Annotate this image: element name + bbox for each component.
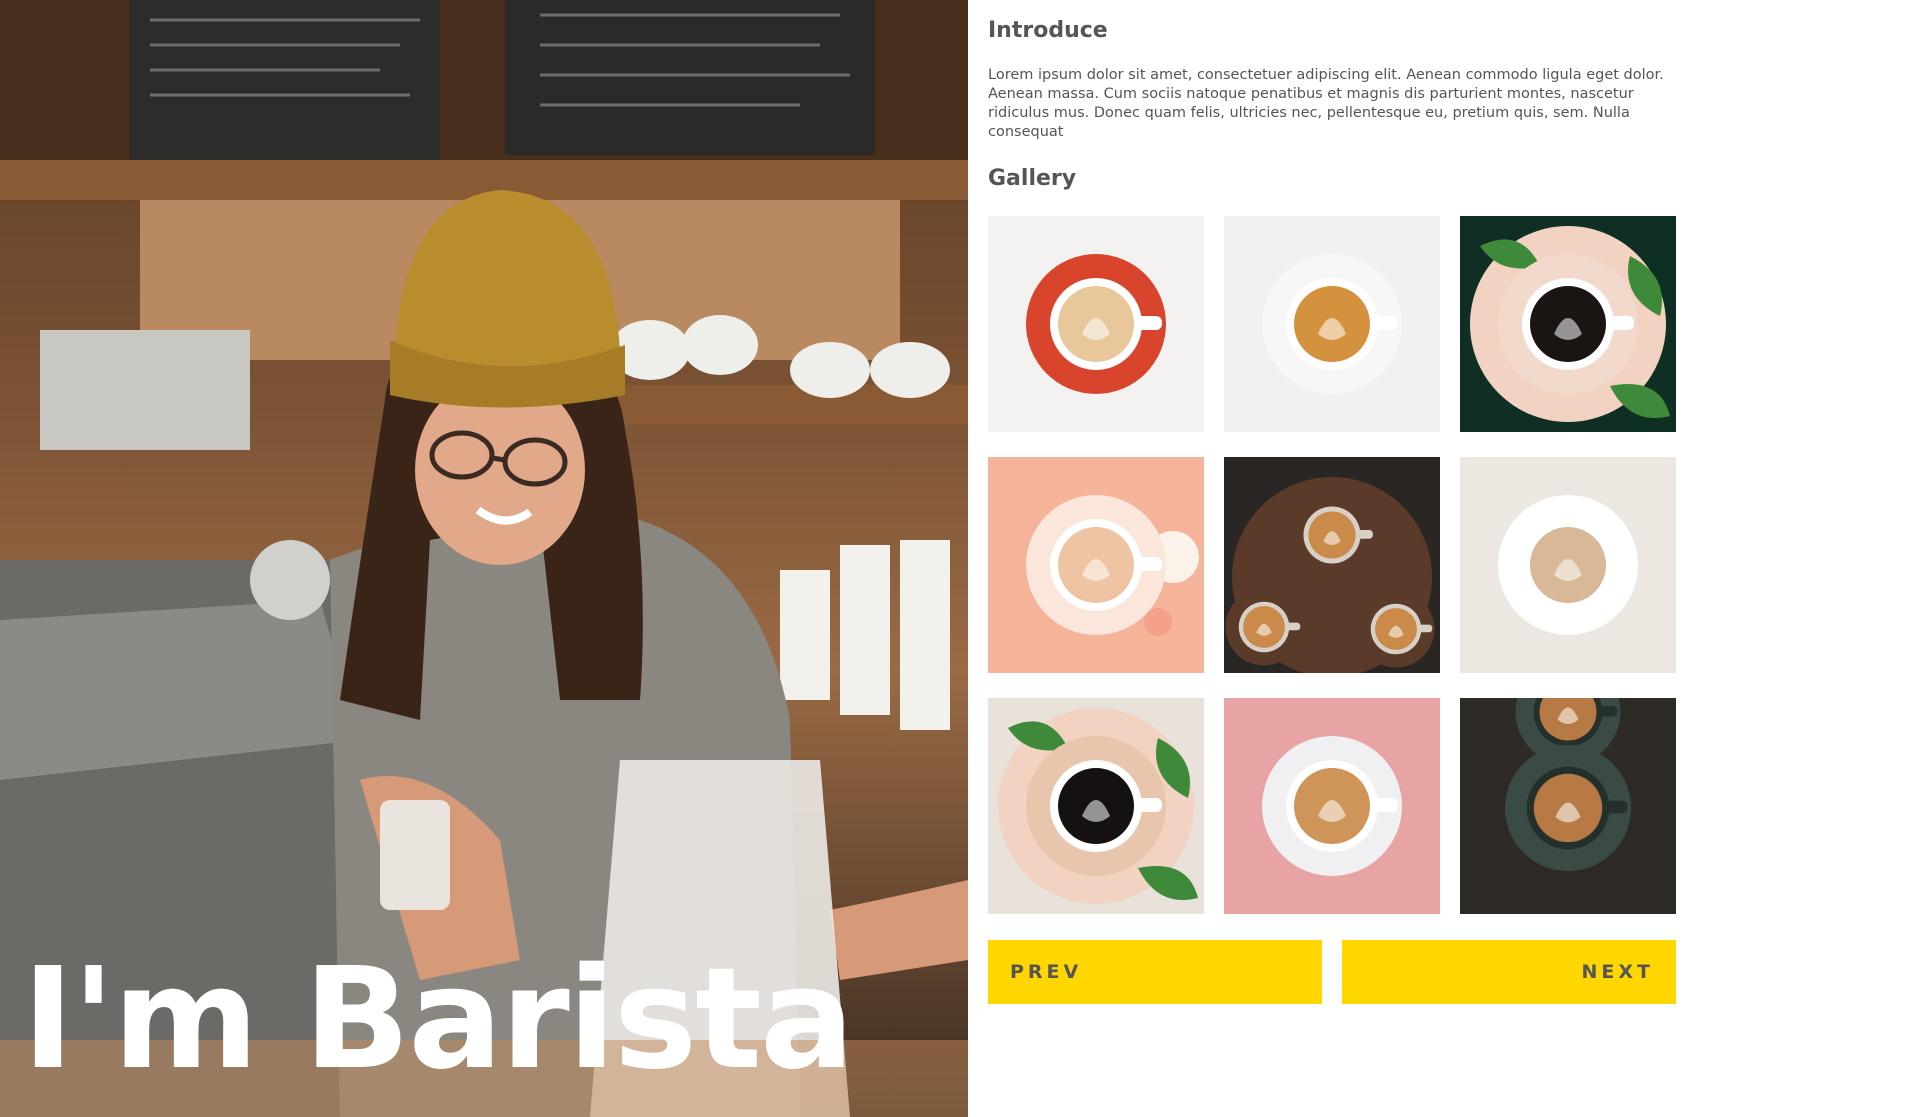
latte-white-saucer-photo	[1224, 216, 1440, 432]
gallery-grid	[988, 216, 1676, 914]
chalkboard-menu-right	[505, 0, 875, 155]
latte-pink-table-photo	[1224, 698, 1440, 914]
chalkboard-menu-left	[130, 0, 440, 160]
latte-dark-wood-photo	[1460, 698, 1676, 914]
gallery-item-latte-dark-wood[interactable]	[1460, 698, 1676, 914]
introduce-title: Introduce	[988, 18, 1108, 43]
cappuccino-white-linen-photo	[1460, 457, 1676, 673]
three-lattes-wood-photo	[1224, 457, 1440, 673]
introduce-text: Lorem ipsum dolor sit amet, consectetuer…	[988, 67, 1664, 140]
gallery-item-cappuccino-peach[interactable]	[988, 457, 1204, 673]
hero-title: I'm Barista	[22, 938, 855, 1101]
gallery-item-coffee-red-saucer[interactable]	[988, 216, 1204, 432]
black-coffee-leaves-photo	[1460, 216, 1676, 432]
gallery-title: Gallery	[988, 166, 1077, 191]
gallery-item-three-lattes-wood[interactable]	[1224, 457, 1440, 673]
gallery-item-latte-white-saucer[interactable]	[1224, 216, 1440, 432]
gallery-item-latte-pink-table[interactable]	[1224, 698, 1440, 914]
coffee-red-saucer-photo	[988, 216, 1204, 432]
gallery-item-black-coffee-enjoy[interactable]	[988, 698, 1204, 914]
cappuccino-peach-photo	[988, 457, 1204, 673]
next-button[interactable]: NEXT	[1342, 940, 1676, 1004]
gallery-item-cappuccino-white-linen[interactable]	[1460, 457, 1676, 673]
prev-button[interactable]: PREV	[988, 940, 1322, 1004]
hero-photo: I'm Barista	[0, 0, 968, 1117]
black-coffee-enjoy-photo	[988, 698, 1204, 914]
gallery-item-black-coffee-leaves[interactable]	[1460, 216, 1676, 432]
